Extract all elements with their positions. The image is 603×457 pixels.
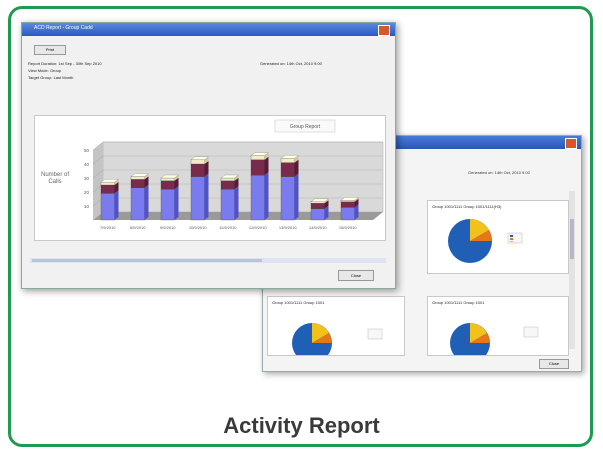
print-button[interactable]: Print xyxy=(34,45,66,55)
y-tick-label: 20 xyxy=(84,190,90,195)
y-tick-label: 40 xyxy=(84,162,90,167)
pie-chart xyxy=(450,323,539,363)
bar-segment xyxy=(130,179,145,188)
bar-side xyxy=(204,173,209,220)
caption-title: Activity Report xyxy=(223,413,380,438)
pie-chart xyxy=(448,219,523,263)
pie-panel: Group 1001/1111 Group 1001 xyxy=(427,296,569,363)
bar-side xyxy=(174,186,179,220)
bar-segment xyxy=(340,201,355,208)
window-titlebar: ACD Report - Group Cadd xyxy=(22,23,395,36)
x-tick-label: 11/9/2010 xyxy=(219,225,237,230)
bar-segment xyxy=(160,189,175,221)
x-tick-label: 10/9/2010 xyxy=(189,225,208,230)
pie-legend xyxy=(523,326,539,338)
window-title: ACD Report - Group Cadd xyxy=(34,25,93,31)
generated-on-label: Generated on: 14th Oct, 2010 9:00 xyxy=(260,61,322,66)
pie-legend xyxy=(367,328,383,340)
x-tick-label: 13/9/2010 xyxy=(279,225,298,230)
bar-segment xyxy=(130,187,145,221)
bar-side xyxy=(234,186,239,220)
bar-segment xyxy=(220,177,235,181)
x-tick-label: 7/9/2010 xyxy=(100,225,116,230)
bar-side xyxy=(144,184,149,220)
x-tick-label: 14/9/2010 xyxy=(309,225,328,230)
bar-segment xyxy=(280,158,295,163)
bar-side xyxy=(264,172,269,220)
bar-segment xyxy=(340,207,355,221)
bar-segment xyxy=(130,176,145,180)
bar-segment xyxy=(100,182,115,186)
bar-segment xyxy=(190,159,205,165)
view-mode: View Mode: Group xyxy=(28,68,62,73)
bar-segment xyxy=(190,163,205,177)
y-tick-label: 10 xyxy=(84,204,90,209)
bar-segment xyxy=(340,200,355,202)
close-button[interactable]: Close xyxy=(338,270,374,281)
report-duration: Report Duration: 1st Sep - 30th Sep 2010 xyxy=(28,61,102,66)
x-tick-label: 8/9/2010 xyxy=(130,225,146,230)
bar-segment xyxy=(250,175,265,221)
target-group: Target Group: Last Month xyxy=(28,75,74,80)
y-axis-label: Number of Calls xyxy=(41,172,69,185)
bar-segment xyxy=(280,162,295,177)
bar-segment xyxy=(310,201,325,204)
bar-segment xyxy=(250,155,265,160)
y-tick-label: 30 xyxy=(84,176,90,181)
bar-segment xyxy=(100,184,115,194)
horizontal-scrollbar[interactable] xyxy=(30,258,386,263)
bar-segment xyxy=(310,208,325,221)
generated-on-label: Generated on: 14th Oct, 2010 9:00 xyxy=(468,170,530,175)
pie-panel-title: Group 1001/1111 Group 1001 xyxy=(432,300,485,305)
close-icon[interactable] xyxy=(378,25,390,36)
vertical-scrollbar[interactable] xyxy=(569,191,575,349)
pie-panel: Group 1001/1111 Group 1001/1111(H3) xyxy=(427,200,569,274)
bar-side xyxy=(294,159,299,177)
bar-segment xyxy=(220,180,235,190)
bar-segment xyxy=(100,193,115,221)
x-tick-label: 12/9/2010 xyxy=(249,225,268,230)
x-tick-label: 15/9/2010 xyxy=(339,225,358,230)
group-report-window: ACD Report - Group Cadd Print Report Dur… xyxy=(21,22,396,289)
x-tick-label: 9/9/2010 xyxy=(160,225,176,230)
close-icon[interactable] xyxy=(565,138,577,149)
bar-segment xyxy=(220,189,235,221)
pie-panel-title: Group 1001/1111 Group 1001 xyxy=(272,300,325,305)
close-button[interactable]: Close xyxy=(539,359,569,369)
bar-segment xyxy=(160,177,175,181)
chart-title: Group Report xyxy=(290,124,321,130)
bar-segment xyxy=(310,203,325,209)
bar-segment xyxy=(190,176,205,221)
y-tick-label: 50 xyxy=(84,148,90,153)
bar-segment xyxy=(250,159,265,176)
bar-chart: Group Report Number of Calls 10 20 30 40 50 7/… xyxy=(41,119,384,230)
pie-chart xyxy=(292,323,383,363)
bar-chart-panel: Group Report Number of Calls 10 20 30 40 50 7/… xyxy=(34,115,386,241)
bar-segment xyxy=(160,180,175,190)
bar-side xyxy=(294,173,299,220)
bar-side xyxy=(264,156,269,176)
bar-segment xyxy=(280,176,295,221)
pie-panel: Group 1001/1111 Group 1001 xyxy=(267,296,405,363)
pie-panel-title: Group 1001/1111 Group 1001/1111(H3) xyxy=(432,204,502,209)
bar-side xyxy=(114,190,119,220)
